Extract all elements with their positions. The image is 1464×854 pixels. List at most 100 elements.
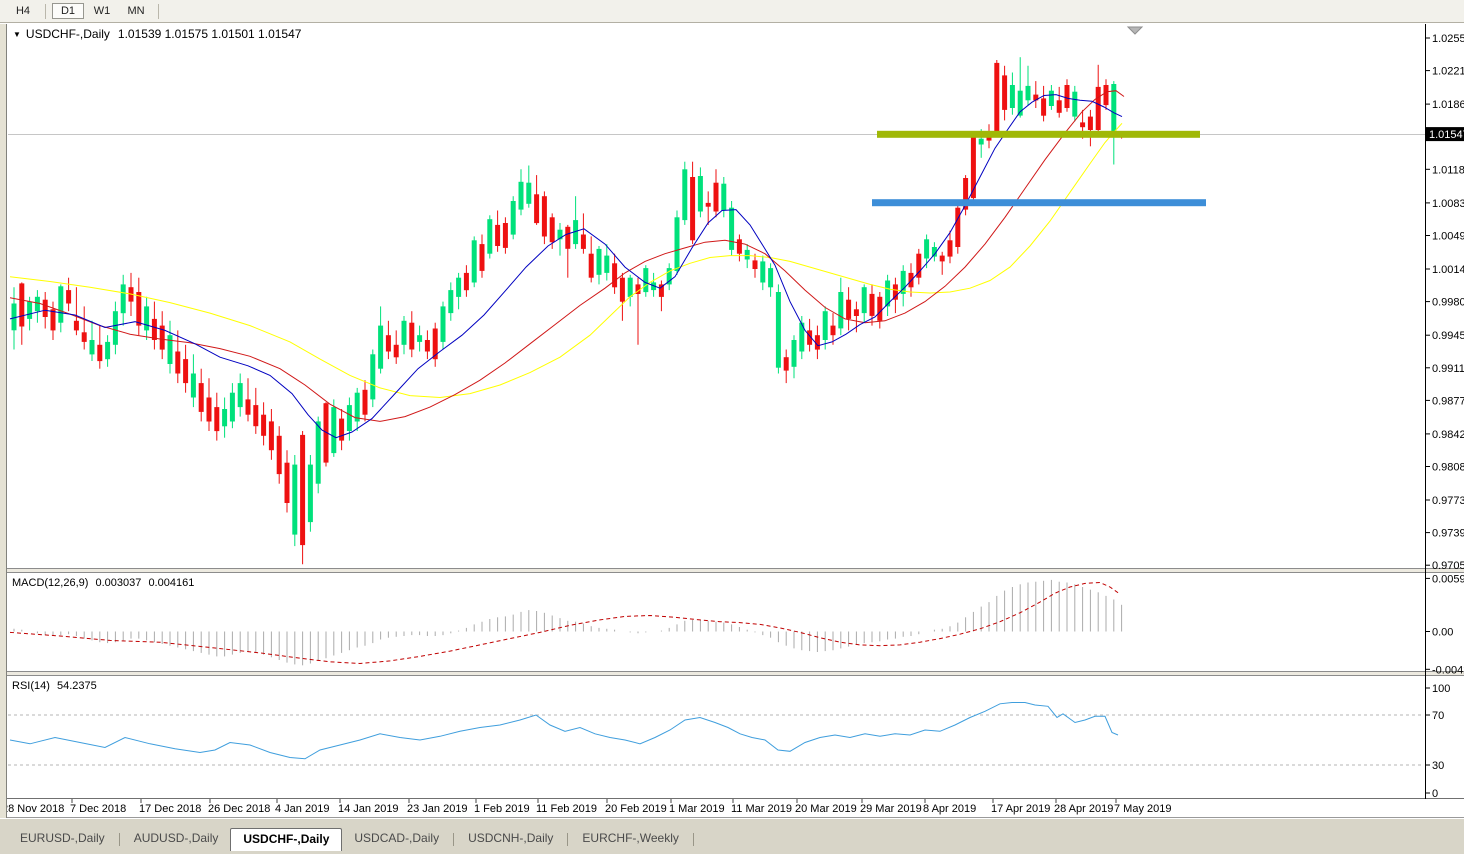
candle-body	[487, 219, 492, 254]
candle	[472, 236, 477, 287]
candle-body	[1057, 100, 1062, 113]
candle-body	[612, 263, 617, 287]
candle-body	[1072, 92, 1077, 117]
candle-body	[675, 217, 680, 271]
chart-tabs: EURUSD-,DailyAUDUSD-,DailyUSDCHF-,DailyU…	[8, 828, 696, 851]
candle	[675, 211, 680, 275]
rsi-axis-label: 100	[1432, 683, 1450, 695]
candle-body	[581, 235, 586, 249]
price-axis-label: 0.97390	[1432, 528, 1464, 540]
candle-body	[456, 278, 461, 297]
chart-tab-usdchf-daily[interactable]: USDCHF-,Daily	[230, 828, 342, 851]
candle	[300, 431, 305, 564]
candle-body	[519, 182, 524, 210]
time-axis-label: 26 Dec 2018	[208, 803, 270, 815]
candle-body	[690, 177, 695, 240]
candle-body	[823, 311, 828, 340]
timeframe-button-d1[interactable]: D1	[52, 3, 84, 19]
time-axis-label: 1 Feb 2019	[474, 803, 530, 815]
candle-body	[292, 465, 297, 535]
chart-tab-usdcnh-daily[interactable]: USDCNH-,Daily	[456, 828, 565, 851]
candle-body	[721, 184, 726, 211]
timeframe-button-h4[interactable]: H4	[7, 3, 39, 19]
candle-body	[448, 290, 453, 313]
chart-tab-eurusd-daily[interactable]: EURUSD-,Daily	[8, 828, 117, 851]
timeframe-button-mn[interactable]: MN	[120, 3, 152, 19]
price-axis-label: 1.00830	[1432, 198, 1464, 210]
candle-body	[113, 311, 118, 345]
candle-body	[838, 292, 843, 328]
chart-tab-eurchf-weekly[interactable]: EURCHF-,Weekly	[570, 828, 690, 851]
candle	[331, 399, 336, 457]
resistance-band[interactable]	[877, 131, 1200, 138]
candle-body	[370, 354, 375, 399]
candle	[963, 175, 968, 215]
time-axis-label: 14 Jan 2019	[338, 803, 399, 815]
candle-body	[238, 383, 243, 407]
time-axis-label: 17 Dec 2018	[139, 803, 201, 815]
price-axis-label: 1.01860	[1432, 99, 1464, 111]
price-axis-label: 1.01180	[1432, 164, 1464, 176]
candle-body	[831, 326, 836, 336]
macd-main-value: 0.003037	[95, 577, 141, 589]
rsi-axis-label: 0	[1432, 788, 1438, 800]
candle-body	[753, 260, 758, 269]
candle-body	[66, 290, 71, 303]
candle-body	[51, 309, 56, 330]
timeframe-button-w1[interactable]: W1	[86, 3, 118, 19]
candle-body	[472, 240, 477, 282]
candle	[729, 201, 734, 256]
chart-tab-usdcad-daily[interactable]: USDCAD-,Daily	[342, 828, 451, 851]
candle-body	[784, 357, 789, 370]
candle-body	[480, 244, 485, 271]
candle-body	[417, 335, 422, 342]
time-axis-label: 7 Dec 2018	[70, 803, 126, 815]
candle-body	[285, 463, 290, 503]
candle-body	[1002, 75, 1007, 110]
rsi-value: 54.2375	[57, 680, 97, 692]
time-axis-label: 11 Feb 2019	[536, 803, 597, 815]
candle-body	[27, 302, 32, 319]
main-macd-splitter[interactable]	[7, 569, 1464, 572]
chart-symbol-label: USDCHF-,Daily	[26, 27, 110, 41]
candle-body	[378, 326, 383, 369]
price-axis-label: 0.98080	[1432, 462, 1464, 474]
candle-body	[12, 304, 17, 331]
window-left-frame	[0, 24, 7, 818]
chart-ohlc-values: 1.01539 1.01575 1.01501 1.01547	[118, 27, 302, 41]
collapse-triangle-icon[interactable]: ▼	[13, 30, 21, 39]
time-axis-label: 20 Mar 2019	[795, 803, 857, 815]
macd-rsi-splitter[interactable]	[7, 672, 1464, 675]
candle-body	[542, 196, 547, 236]
candle-body	[152, 319, 157, 340]
main-chart-plot-area[interactable]	[8, 25, 1425, 568]
candle-body	[511, 201, 516, 235]
timeframe-toolbar: H4 D1W1MN	[0, 0, 1464, 23]
candle-body	[643, 268, 648, 292]
candle-body	[82, 332, 87, 342]
candle-body	[347, 405, 352, 431]
candle-body	[737, 239, 742, 253]
candle-body	[854, 309, 859, 316]
candle-body	[526, 183, 531, 204]
rsi-axis-label: 70	[1432, 710, 1444, 722]
candle-body	[58, 286, 63, 322]
candle-body	[534, 194, 539, 223]
candle-body	[433, 329, 438, 360]
candle-body	[846, 300, 851, 319]
chart-tab-audusd-daily[interactable]: AUDUSD-,Daily	[122, 828, 231, 851]
macd-signal-value: 0.004161	[148, 577, 194, 589]
rsi-panel-label: RSI(14) 54.2375	[12, 680, 101, 692]
support-band[interactable]	[872, 199, 1206, 206]
candle-body	[924, 239, 929, 258]
candle-body	[979, 139, 984, 145]
time-axis-label: 20 Feb 2019	[605, 803, 667, 815]
price-axis-label: 1.00490	[1432, 231, 1464, 243]
time-axis-label: 7 May 2019	[1114, 803, 1171, 815]
separator	[693, 833, 694, 846]
price-axis-label: 0.99800	[1432, 297, 1464, 309]
candle-body	[994, 63, 999, 132]
price-axis-label: 1.02550	[1432, 33, 1464, 45]
separator	[119, 833, 120, 846]
candle	[370, 350, 375, 408]
